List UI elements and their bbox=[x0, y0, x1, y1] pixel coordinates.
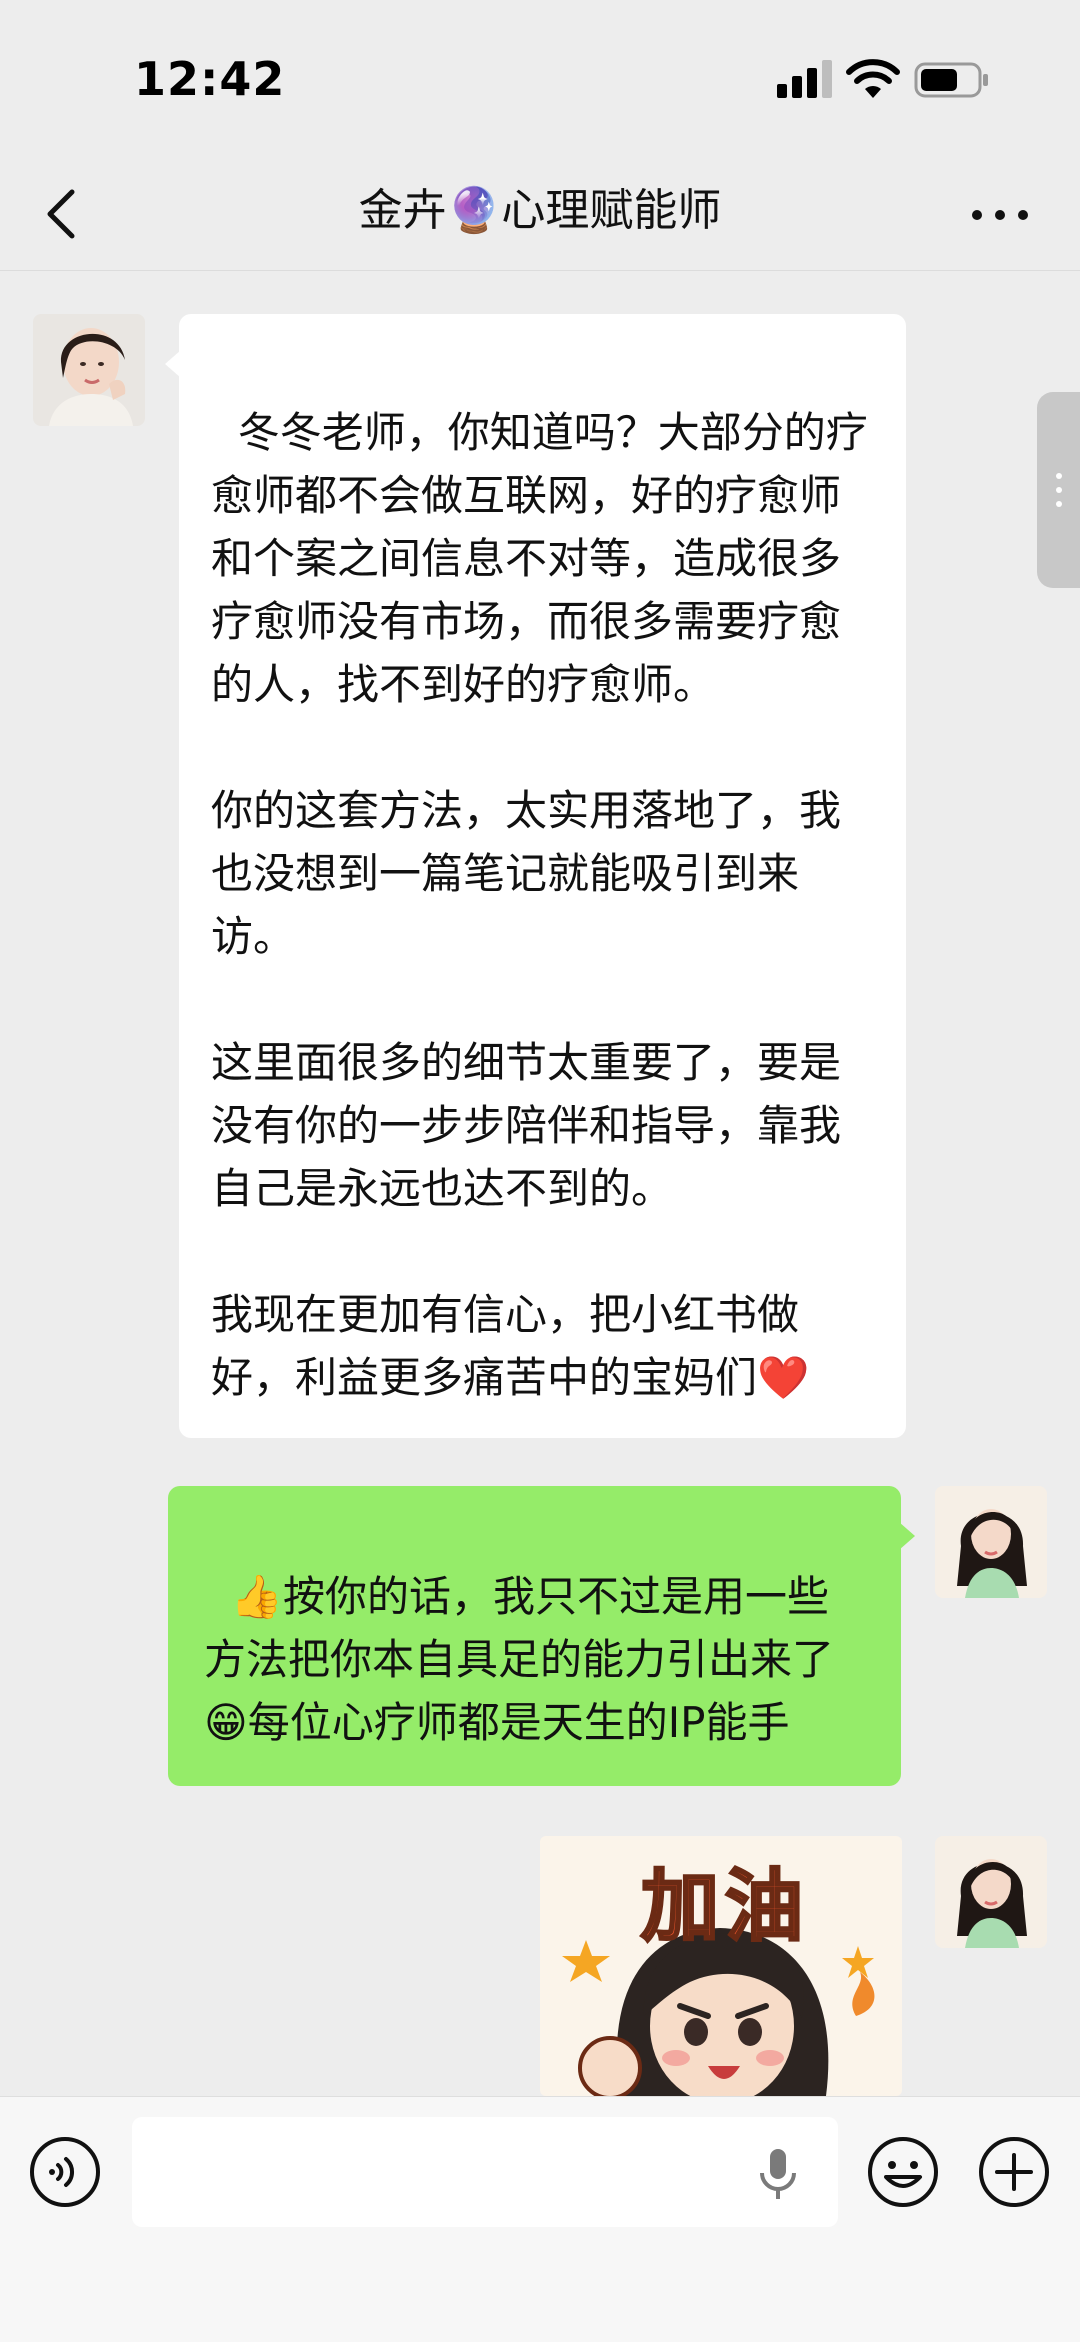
chat-title: 金卉🔮心理赋能师 bbox=[358, 185, 722, 236]
outgoing-message-bubble[interactable]: 👍按你的话，我只不过是用一些方法把你本自具足的能力引出来了😁每位心疗师都是天生的… bbox=[168, 1486, 915, 1786]
voice-mode-icon[interactable] bbox=[28, 2135, 102, 2209]
chat-header: 金卉🔮心理赋能师 bbox=[0, 160, 1080, 271]
chat-input-bar bbox=[0, 2096, 1080, 2342]
wifi-icon bbox=[846, 59, 900, 98]
plus-icon[interactable] bbox=[977, 2135, 1051, 2209]
message-input[interactable] bbox=[132, 2117, 838, 2227]
status-time: 12:42 bbox=[134, 52, 286, 106]
drag-handle-icon bbox=[1056, 473, 1062, 507]
floating-side-handle[interactable] bbox=[1037, 392, 1080, 588]
outgoing-message-text: 👍按你的话，我只不过是用一些方法把你本自具足的能力引出来了😁每位心疗师都是天生的… bbox=[204, 1572, 835, 1747]
my-avatar[interactable] bbox=[935, 1486, 1047, 1598]
incoming-message-bubble[interactable]: 冬冬老师，你知道吗？大部分的疗愈师都不会做互联网，好的疗愈师和个案之间信息不对等… bbox=[165, 314, 906, 1438]
emoji-icon[interactable] bbox=[866, 2135, 940, 2209]
back-chevron-icon[interactable] bbox=[38, 184, 86, 244]
sticker-message[interactable]: 加油 bbox=[540, 1836, 902, 2096]
battery-icon bbox=[914, 62, 988, 98]
my-avatar[interactable] bbox=[935, 1836, 1047, 1948]
contact-avatar[interactable] bbox=[33, 314, 145, 426]
cellular-signal-icon bbox=[777, 60, 832, 98]
status-bar: 12:42 bbox=[0, 0, 1080, 160]
incoming-message-text: 冬冬老师，你知道吗？大部分的疗愈师都不会做互联网，好的疗愈师和个案之间信息不对等… bbox=[211, 408, 868, 1402]
more-dots-icon[interactable] bbox=[965, 190, 1035, 240]
sticker-text: 加油 bbox=[639, 1861, 809, 1954]
microphone-icon[interactable] bbox=[756, 2147, 800, 2201]
